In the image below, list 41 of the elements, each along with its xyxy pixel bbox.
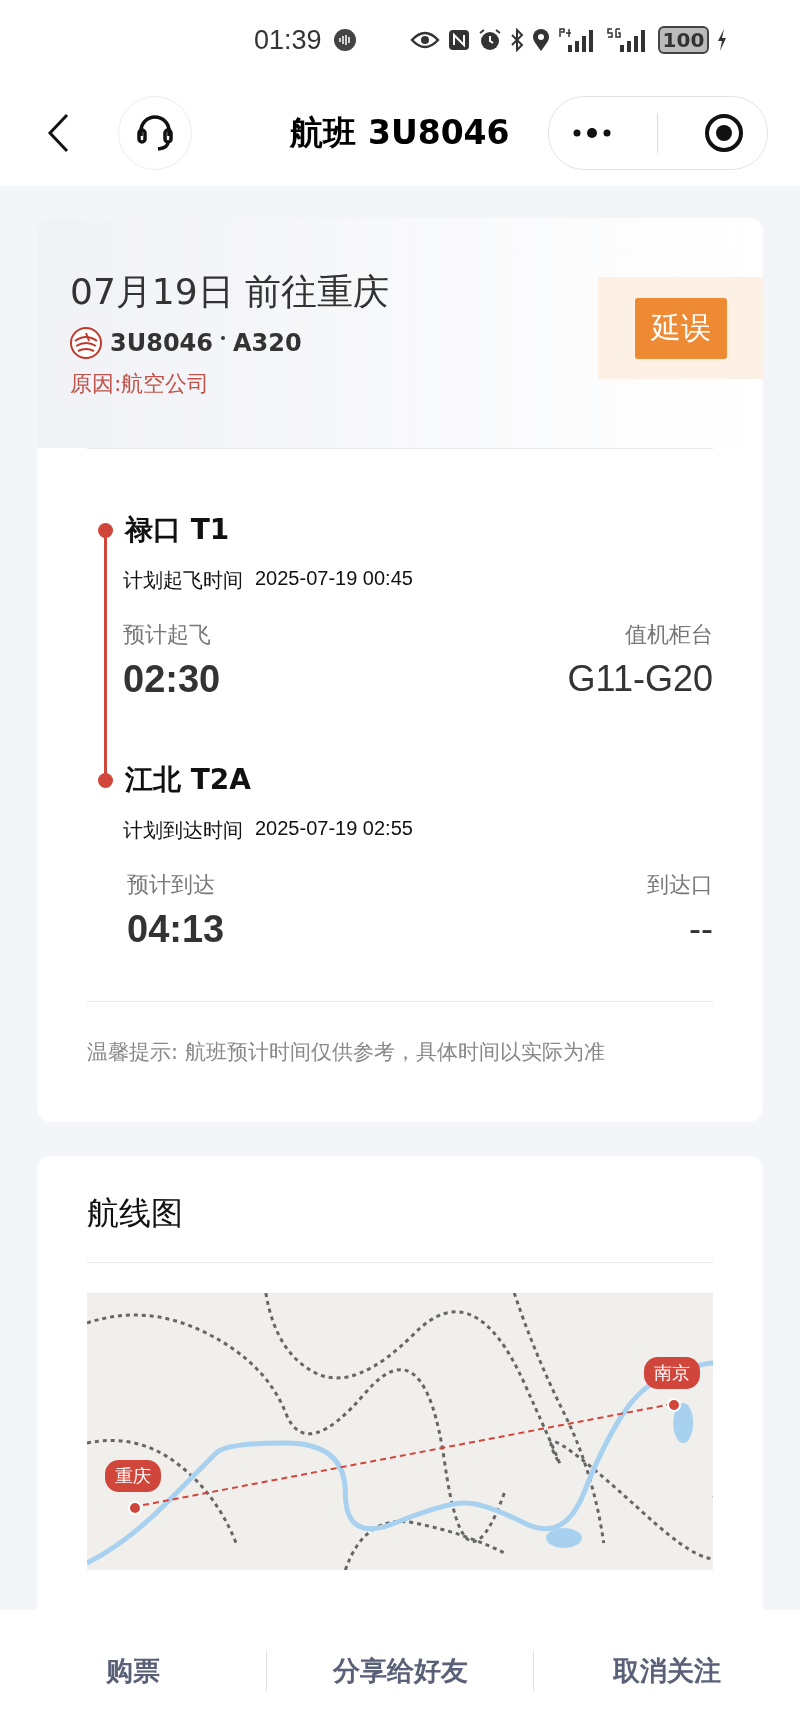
- bottom-action-button[interactable]: 取消关注: [534, 1643, 800, 1699]
- section-title: 航线图: [86, 1193, 184, 1234]
- gate-label: 到达口: [647, 871, 713, 899]
- city-marker[interactable]: 南京: [644, 1357, 700, 1389]
- airport-name: 禄口 T1: [125, 512, 230, 548]
- status-time: 01:39: [254, 24, 322, 56]
- planned-label: 计划起飞时间: [123, 567, 243, 594]
- close-icon[interactable]: [704, 113, 745, 153]
- battery-level: 100: [657, 26, 710, 54]
- status-badge: 延误: [634, 297, 727, 359]
- tip-text: 温馨提示: 航班预计时间仅供参考，具体时间以实际为准: [86, 1039, 606, 1066]
- alarm-icon: [477, 28, 502, 52]
- flight-number: 3U8046: [110, 328, 213, 357]
- bottom-action-button[interactable]: 购票: [0, 1643, 266, 1699]
- counter-label: 值机柜台: [624, 621, 713, 649]
- location-icon: [531, 28, 550, 52]
- estimate-time: 02:30: [123, 658, 221, 701]
- back-icon[interactable]: [47, 113, 69, 153]
- delay-reason: 原因:航空公司: [70, 369, 211, 398]
- eye-icon: [409, 30, 440, 50]
- estimate-label: 预计到达: [127, 871, 216, 899]
- city-marker[interactable]: 重庆: [105, 1460, 161, 1492]
- aircraft-type: A320: [233, 328, 302, 357]
- separator-dot: [221, 335, 225, 340]
- estimate-time: 04:13: [127, 908, 225, 951]
- nfc-icon: [447, 29, 470, 51]
- bluetooth-icon: [509, 28, 524, 52]
- charging-icon: [717, 29, 728, 51]
- more-icon[interactable]: [571, 127, 612, 139]
- voice-icon: [333, 29, 356, 51]
- gate-value: --: [688, 908, 713, 950]
- planned-time: 2025-07-19 00:45: [255, 567, 413, 591]
- flight-date-title: 07月19日 前往重庆: [70, 269, 390, 314]
- estimate-label: 预计起飞: [123, 621, 212, 649]
- planned-time: 2025-07-19 02:55: [255, 817, 413, 841]
- airline-logo-icon: [70, 326, 102, 359]
- planned-label: 计划到达时间: [123, 817, 243, 844]
- counter-value: G11-G20: [567, 658, 713, 700]
- bottom-action-button[interactable]: 分享给好友: [267, 1643, 533, 1699]
- airport-name: 江北 T2A: [125, 762, 251, 798]
- page-title: 航班 3U8046: [290, 111, 510, 154]
